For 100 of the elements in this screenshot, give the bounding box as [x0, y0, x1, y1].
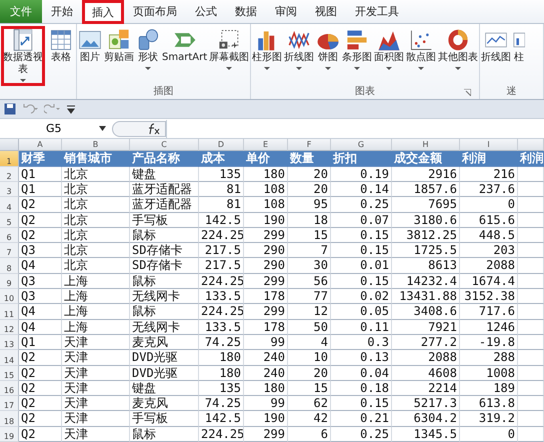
table-cell: 5217.3 — [392, 396, 460, 412]
table-cell: 15 — [288, 380, 331, 396]
ribbon-button[interactable]: 其他图表 — [438, 26, 478, 86]
row-header[interactable]: 10 — [0, 289, 19, 304]
row-header[interactable]: 12 — [0, 320, 19, 335]
table-cell: 数量 — [288, 151, 331, 167]
undo-icon[interactable] — [22, 102, 38, 115]
ribbon-button[interactable]: 散点图 — [406, 26, 436, 86]
table-cell: 299 — [244, 304, 288, 320]
save-icon[interactable] — [4, 102, 16, 115]
row-header[interactable]: 8 — [0, 258, 19, 274]
row-header[interactable]: 7 — [0, 243, 19, 258]
table-cell: 天津 — [62, 426, 130, 442]
column-header[interactable]: H — [392, 139, 460, 152]
ribbon-tab[interactable]: 开始 — [42, 0, 82, 23]
table-cell: 鼠标 — [130, 228, 199, 244]
row-header[interactable]: 3 — [0, 182, 19, 198]
table-cell: 利润 — [460, 151, 518, 167]
ribbon-button[interactable]: 表格 — [47, 26, 75, 86]
ribbon-tab[interactable]: 数据 — [226, 0, 266, 23]
row-header[interactable]: 16 — [0, 380, 19, 396]
table-cell: 81 — [199, 182, 244, 198]
caret-icon — [20, 76, 26, 84]
table-cell: Q2 — [19, 228, 62, 244]
file-tab[interactable]: 文件 — [0, 0, 42, 23]
ribbon-button[interactable]: 折线图 — [284, 26, 314, 86]
column-header[interactable]: B — [62, 139, 130, 152]
ribbon-button[interactable]: SmartArt — [162, 26, 208, 86]
group-label: 迷 — [506, 86, 517, 97]
column-header[interactable]: D — [199, 139, 244, 152]
ribbon-tab[interactable]: 开发工具 — [346, 0, 408, 23]
ribbon-tab[interactable]: 插入 — [82, 0, 124, 24]
table-cell: 217.5 — [199, 258, 244, 274]
row-header[interactable]: 18 — [0, 411, 19, 427]
row-header[interactable]: 5 — [0, 212, 19, 228]
table-cell: DVD光驱 — [130, 366, 199, 381]
table-cell: 2088 — [460, 258, 518, 274]
table-cell: Q4 — [19, 304, 62, 320]
ribbon-button[interactable]: 形状 — [136, 26, 160, 86]
name-box[interactable]: G5 — [0, 120, 112, 138]
ribbon-button[interactable]: 面积图 — [374, 26, 404, 86]
table-cell: 2916 — [392, 166, 460, 182]
ribbon-tab[interactable]: 审阅 — [266, 0, 306, 23]
column-header[interactable]: E — [244, 139, 288, 152]
table-cell: 20 — [288, 166, 331, 182]
row-header[interactable]: 13 — [0, 334, 19, 350]
table-cell: 448.5 — [460, 228, 518, 244]
ribbon-tab[interactable]: 页面布局 — [124, 0, 186, 23]
ribbon-button[interactable]: 图片 — [78, 26, 102, 86]
column-header[interactable] — [518, 139, 544, 152]
row-header[interactable]: 15 — [0, 366, 19, 381]
table-cell: 290 — [244, 258, 288, 274]
table-cell: 56 — [288, 274, 331, 290]
table-cell: 95 — [288, 197, 331, 213]
table-cell: 180 — [199, 350, 244, 366]
ribbon-tab[interactable]: 视图 — [306, 0, 346, 23]
ribbon-button[interactable]: 条形图 — [342, 26, 372, 86]
insert-function-button[interactable] — [112, 120, 166, 137]
customize-toolbar-icon[interactable] — [66, 104, 76, 114]
table-cell: Q1 — [19, 166, 62, 182]
row-header[interactable]: 4 — [0, 197, 19, 213]
row-header[interactable]: 2 — [0, 166, 19, 182]
table-cell: 319.2 — [460, 411, 518, 427]
table-cell: 天津 — [62, 366, 130, 381]
table-cell: 0.02 — [331, 289, 392, 304]
table-cell: 178 — [244, 289, 288, 304]
row-header[interactable]: 19 — [0, 426, 19, 442]
column-header[interactable]: I — [460, 139, 518, 152]
dialog-launcher-icon[interactable] — [464, 89, 472, 96]
table-cell: 北京 — [62, 243, 130, 258]
table-cell: Q2 — [19, 426, 62, 442]
ribbon-button[interactable]: 屏幕截图 — [209, 26, 250, 86]
column-header[interactable]: G — [331, 139, 392, 152]
table-cell: 天津 — [62, 396, 130, 412]
table-cell: Q2 — [19, 380, 62, 396]
row-header[interactable]: 14 — [0, 350, 19, 366]
row-header[interactable]: 11 — [0, 304, 19, 320]
table-cell: 4 — [288, 334, 331, 350]
ribbon-button[interactable]: 柱 — [513, 26, 526, 86]
column-header[interactable]: F — [288, 139, 331, 152]
ribbon-tab[interactable]: 公式 — [186, 0, 226, 23]
table-cell: 0.15 — [331, 274, 392, 290]
table-cell: 利润 — [518, 151, 544, 167]
table-cell: 鼠标 — [130, 274, 199, 290]
row-header[interactable]: 17 — [0, 396, 19, 412]
ribbon-button[interactable]: 饼图 — [316, 26, 340, 86]
redo-icon[interactable] — [44, 102, 60, 115]
ribbon-button[interactable]: 折线图 — [481, 26, 512, 86]
row-header[interactable]: 6 — [0, 228, 19, 244]
ribbon-button[interactable]: 柱形图 — [252, 26, 282, 86]
column-header[interactable]: C — [130, 139, 199, 152]
table-cell: 0.19 — [331, 166, 392, 182]
row-header[interactable]: 9 — [0, 274, 19, 290]
ribbon-button[interactable]: 数据透视表 — [1, 26, 45, 86]
table-cell: 240 — [244, 366, 288, 381]
table-icon — [49, 28, 73, 52]
row-header[interactable]: 1 — [0, 151, 19, 167]
ribbon-button[interactable]: 剪贴画 — [104, 26, 134, 86]
table-cell: 299 — [244, 274, 288, 290]
column-header[interactable]: A — [19, 139, 62, 152]
